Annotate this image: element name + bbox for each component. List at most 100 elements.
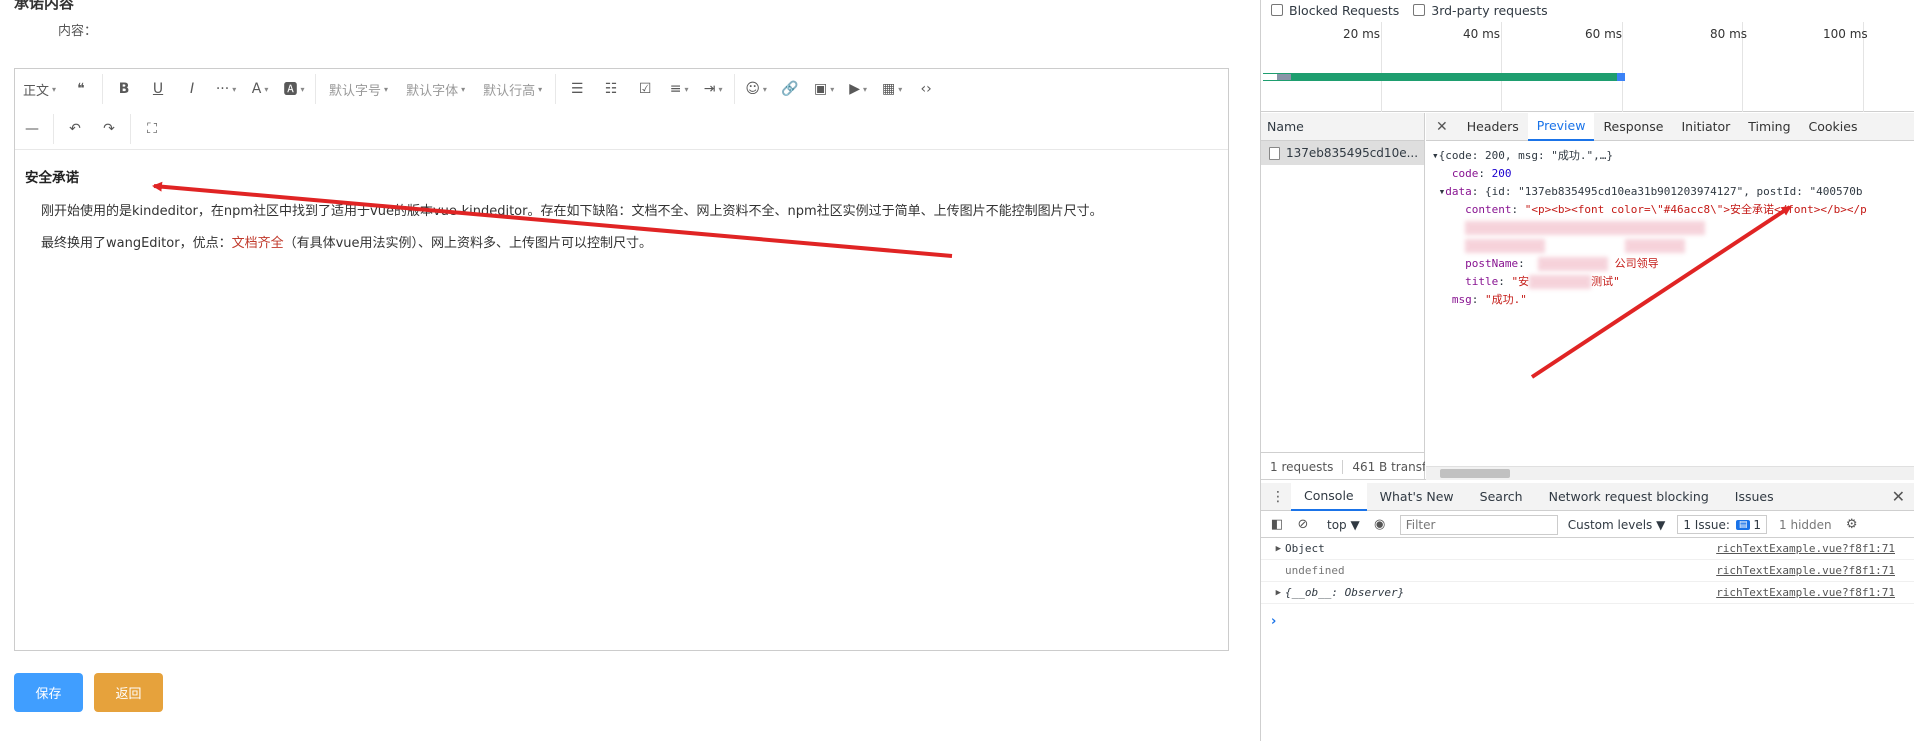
font-family-select[interactable]: 默认字体 ▾ — [397, 74, 474, 104]
line-height-select[interactable]: 默认行高 ▾ — [474, 74, 551, 104]
source-link[interactable]: richTextExample.vue?f8f1:71 — [1716, 542, 1895, 555]
console-row[interactable]: ▶ Object richTextExample.vue?f8f1:71 — [1261, 538, 1914, 560]
timeline-label: 20 ms — [1343, 27, 1381, 41]
request-name: 137eb835495cd10e... — [1286, 146, 1419, 160]
network-timeline[interactable]: 20 ms 40 ms 60 ms 80 ms 100 ms — [1261, 22, 1914, 112]
third-party-checkbox[interactable] — [1413, 4, 1426, 16]
console-toolbar: ◧ ⊘ top ▼ ◉ Filter Custom levels ▼ 1 Iss… — [1261, 512, 1914, 538]
issues-counter[interactable]: 1 Issue: ▤ 1 — [1677, 515, 1768, 534]
toolbar-separator — [130, 114, 131, 144]
content-paragraph-2: 最终换用了wangEditor，优点：文档齐全（有具体vue用法实例）、网上资料… — [25, 234, 1218, 255]
json-data-line[interactable]: ▾data: {id: "137eb835495cd10ea31b9012039… — [1432, 185, 1863, 198]
source-link[interactable]: richTextExample.vue?f8f1:71 — [1716, 586, 1895, 599]
json-content-line: content: "<p><b><font color=\"#46acc8\">… — [1465, 203, 1867, 216]
tab-preview[interactable]: Preview — [1527, 112, 1595, 141]
tab-console[interactable]: Console — [1291, 482, 1367, 511]
name-column-header[interactable]: Name — [1261, 113, 1424, 141]
quote-icon[interactable]: ❝ — [64, 74, 98, 104]
context-select[interactable]: top ▼ — [1323, 518, 1364, 532]
console-row: undefined richTextExample.vue?f8f1:71 — [1261, 560, 1914, 582]
timeline-label: 40 ms — [1463, 27, 1501, 41]
expand-icon[interactable]: ▶ — [1261, 544, 1285, 554]
json-postname-line: postName: 公司领导 — [1465, 257, 1659, 271]
console-prompt[interactable]: › — [1271, 614, 1276, 629]
blocked-requests-checkbox[interactable] — [1271, 4, 1283, 16]
underline-icon[interactable]: U — [141, 74, 175, 104]
justify-icon[interactable]: ≡ ▾ — [662, 74, 696, 104]
close-drawer-icon[interactable]: ✕ — [1892, 487, 1905, 506]
horizontal-scrollbar[interactable] — [1426, 466, 1914, 480]
redo-icon[interactable]: ↷ — [92, 114, 126, 144]
devtools-panel: Blocked Requests 3rd-party requests 20 m… — [1260, 0, 1914, 741]
issue-badge-icon: ▤ — [1735, 519, 1751, 530]
content-heading: 安全承诺 — [25, 170, 79, 186]
image-icon[interactable]: ▣ ▾ — [807, 74, 841, 104]
tab-timing[interactable]: Timing — [1739, 113, 1799, 141]
scrollbar-thumb[interactable] — [1440, 469, 1510, 478]
todo-icon[interactable]: ☑ — [628, 74, 662, 104]
italic-icon[interactable]: I — [175, 74, 209, 104]
log-levels-select[interactable]: Custom levels ▼ — [1568, 518, 1666, 532]
editor-page: 承诺内容 内容： 正文 ▾ ❝ B U I ··· ▾ A ▾ 🅰 ▾ 默认字号 ▾ 默认字体 ▾ 默认行高 ▾ ☰… — [0, 0, 1260, 741]
request-row[interactable]: 137eb835495cd10e... — [1261, 141, 1424, 165]
font-color-icon[interactable]: A ▾ — [243, 74, 277, 104]
json-root-line[interactable]: ▾{code: 200, msg: "成功.",…} — [1432, 149, 1613, 162]
json-id-line — [1432, 221, 1706, 235]
tab-whats-new[interactable]: What's New — [1367, 483, 1467, 511]
bold-icon[interactable]: B — [107, 74, 141, 104]
font-size-select[interactable]: 默认字号 ▾ — [320, 74, 397, 104]
eye-icon[interactable]: ◉ — [1370, 515, 1390, 535]
json-preview[interactable]: ▾{code: 200, msg: "成功.",…} code: 200 ▾da… — [1432, 147, 1867, 309]
timeline-bar-grey — [1277, 74, 1291, 80]
third-party-label: 3rd-party requests — [1431, 2, 1548, 18]
close-icon[interactable]: ✕ — [1426, 119, 1458, 135]
redacted-blur — [1537, 257, 1608, 271]
back-button[interactable]: 返回 — [94, 673, 163, 712]
sidebar-toggle-icon[interactable]: ◧ — [1267, 515, 1287, 535]
video-icon[interactable]: ▶ ▾ — [841, 74, 875, 104]
kebab-menu-icon[interactable]: ⋮ — [1261, 489, 1291, 505]
numbered-list-icon[interactable]: ☷ — [594, 74, 628, 104]
save-button[interactable]: 保存 — [14, 673, 83, 712]
tab-search[interactable]: Search — [1467, 483, 1536, 511]
timeline-label: 100 ms — [1823, 27, 1868, 41]
table-icon[interactable]: ▦ ▾ — [875, 74, 909, 104]
redacted-blur — [1465, 239, 1546, 253]
fullscreen-icon[interactable]: ⛶ — [135, 114, 169, 144]
tab-issues[interactable]: Issues — [1722, 483, 1787, 511]
gear-icon[interactable]: ⚙ — [1842, 515, 1862, 535]
bullet-list-icon[interactable]: ☰ — [560, 74, 594, 104]
tab-headers[interactable]: Headers — [1458, 113, 1528, 141]
detail-tabs: ✕ Headers Preview Response Initiator Tim… — [1426, 112, 1914, 141]
tab-response[interactable]: Response — [1594, 113, 1672, 141]
redacted-blur — [1624, 239, 1685, 253]
bg-color-icon[interactable]: 🅰 ▾ — [277, 74, 311, 104]
divider-icon[interactable]: — — [15, 114, 49, 144]
editor-content[interactable]: 安全承诺 刚开始使用的是kindeditor，在npm社区中找到了适用于vue的… — [15, 150, 1228, 285]
blocked-requests-option[interactable]: Blocked Requests — [1271, 3, 1399, 18]
network-pane: Name 137eb835495cd10e... 1 requests 461 … — [1261, 112, 1914, 480]
expand-icon[interactable]: ▶ — [1261, 588, 1285, 598]
json-code-line: code: 200 — [1451, 167, 1512, 180]
tab-cookies[interactable]: Cookies — [1800, 113, 1867, 141]
filter-input[interactable]: Filter — [1399, 514, 1558, 535]
third-party-option[interactable]: 3rd-party requests — [1413, 2, 1548, 18]
link-icon[interactable]: 🔗 — [773, 74, 807, 104]
console-value: Object — [1285, 542, 1325, 555]
rich-text-editor: 正文 ▾ ❝ B U I ··· ▾ A ▾ 🅰 ▾ 默认字号 ▾ 默认字体 ▾ 默认行高 ▾ ☰ ☷ ☑ ≡ ▾ ⇥ ▾ ☺ ▾ 🔗… — [14, 68, 1229, 651]
file-icon — [1269, 146, 1280, 160]
more-icon[interactable]: ··· ▾ — [209, 74, 243, 104]
indent-icon[interactable]: ⇥ ▾ — [696, 74, 730, 104]
code-icon[interactable]: ‹› — [909, 74, 943, 104]
clear-console-icon[interactable]: ⊘ — [1293, 515, 1313, 535]
source-link[interactable]: richTextExample.vue?f8f1:71 — [1716, 564, 1895, 577]
tab-network-request-blocking[interactable]: Network request blocking — [1536, 483, 1722, 511]
request-list: Name 137eb835495cd10e... 1 requests 461 … — [1261, 113, 1425, 480]
paragraph-select[interactable]: 正文 ▾ — [15, 74, 64, 104]
emoji-icon[interactable]: ☺ ▾ — [739, 74, 773, 104]
hidden-count: 1 hidden — [1779, 517, 1832, 532]
console-row[interactable]: ▶ {__ob__: Observer} richTextExample.vue… — [1261, 582, 1914, 604]
tab-initiator[interactable]: Initiator — [1672, 113, 1739, 141]
timeline-label: 60 ms — [1585, 27, 1623, 41]
undo-icon[interactable]: ↶ — [58, 114, 92, 144]
